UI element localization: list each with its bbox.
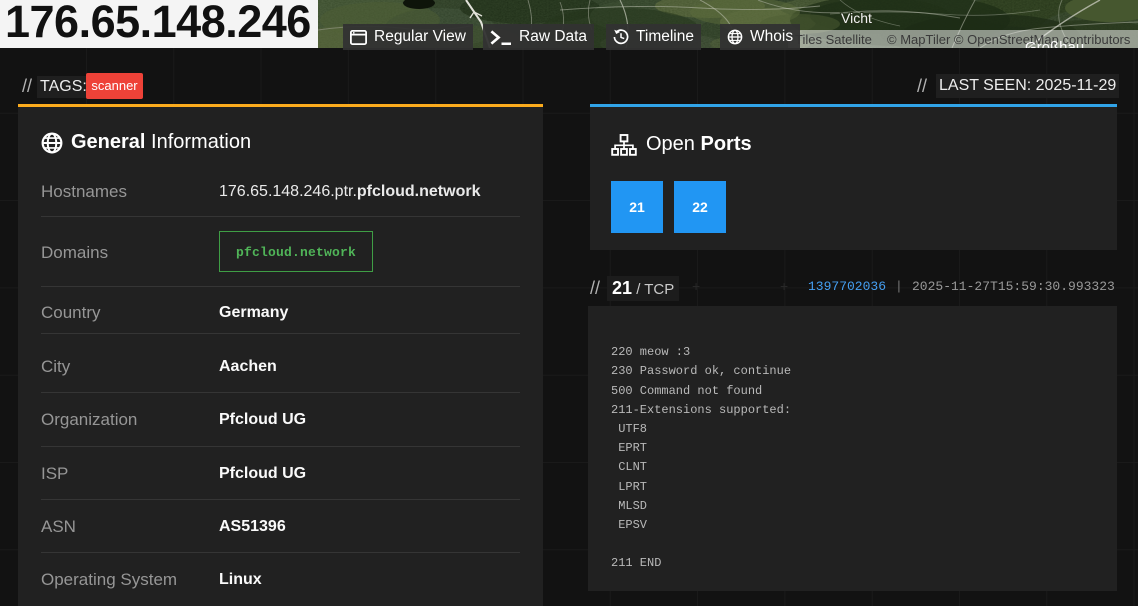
svg-text:Großhau: Großhau [1025,39,1084,48]
svg-text:© MapTiler © OpenStreetMap con: © MapTiler © OpenStreetMap contributors [887,32,1131,47]
svg-text:Tiles Satellite: Tiles Satellite [795,32,872,47]
svg-text:Vicht: Vicht [841,10,872,26]
